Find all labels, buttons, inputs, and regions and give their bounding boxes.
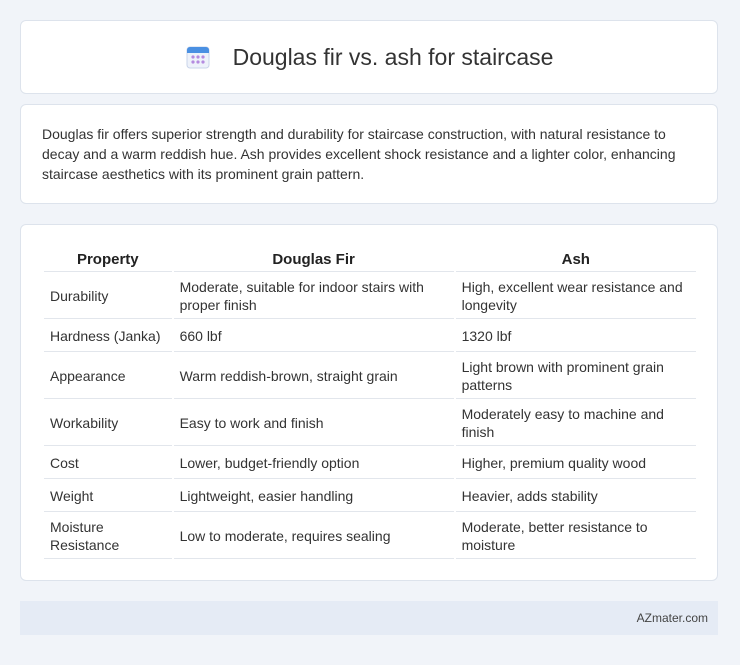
comparison-table: Property Douglas Fir Ash Durability Mode… [42, 245, 698, 561]
ash-cell: High, excellent wear resistance and long… [455, 274, 696, 319]
douglas-fir-cell: Easy to work and finish [173, 401, 454, 446]
column-header-property: Property [44, 247, 172, 272]
table-header-row: Property Douglas Fir Ash [44, 247, 696, 272]
calendar-icon [185, 44, 211, 70]
summary-card: Douglas fir offers superior strength and… [20, 104, 718, 204]
column-header-douglas-fir: Douglas Fir [173, 247, 454, 272]
douglas-fir-cell: Moderate, suitable for indoor stairs wit… [173, 274, 454, 319]
douglas-fir-cell: Lower, budget-friendly option [173, 448, 454, 479]
ash-cell: Light brown with prominent grain pattern… [455, 354, 696, 399]
ash-cell: Heavier, adds stability [455, 481, 696, 512]
ash-cell: 1320 lbf [455, 321, 696, 352]
table-row: Moisture Resistance Low to moderate, req… [44, 514, 696, 559]
property-cell: Cost [44, 448, 172, 479]
comparison-table-card: Property Douglas Fir Ash Durability Mode… [20, 224, 718, 581]
table-row: Appearance Warm reddish-brown, straight … [44, 354, 696, 399]
property-cell: Workability [44, 401, 172, 446]
title-card: Douglas fir vs. ash for staircase [20, 20, 718, 94]
douglas-fir-cell: 660 lbf [173, 321, 454, 352]
footer-brand: AZmater.com [636, 611, 708, 625]
table-row: Hardness (Janka) 660 lbf 1320 lbf [44, 321, 696, 352]
page-title: Douglas fir vs. ash for staircase [232, 43, 554, 70]
column-header-ash: Ash [455, 247, 696, 272]
property-cell: Moisture Resistance [44, 514, 172, 559]
property-cell: Appearance [44, 354, 172, 399]
douglas-fir-cell: Lightweight, easier handling [173, 481, 454, 512]
table-row: Durability Moderate, suitable for indoor… [44, 274, 696, 319]
ash-cell: Moderately easy to machine and finish [455, 401, 696, 446]
summary-text: Douglas fir offers superior strength and… [42, 126, 676, 182]
ash-cell: Moderate, better resistance to moisture [455, 514, 696, 559]
douglas-fir-cell: Low to moderate, requires sealing [173, 514, 454, 559]
property-cell: Hardness (Janka) [44, 321, 172, 352]
property-cell: Durability [44, 274, 172, 319]
ash-cell: Higher, premium quality wood [455, 448, 696, 479]
douglas-fir-cell: Warm reddish-brown, straight grain [173, 354, 454, 399]
table-row: Cost Lower, budget-friendly option Highe… [44, 448, 696, 479]
table-row: Weight Lightweight, easier handling Heav… [44, 481, 696, 512]
property-cell: Weight [44, 481, 172, 512]
table-row: Workability Easy to work and finish Mode… [44, 401, 696, 446]
footer: AZmater.com [20, 601, 718, 635]
